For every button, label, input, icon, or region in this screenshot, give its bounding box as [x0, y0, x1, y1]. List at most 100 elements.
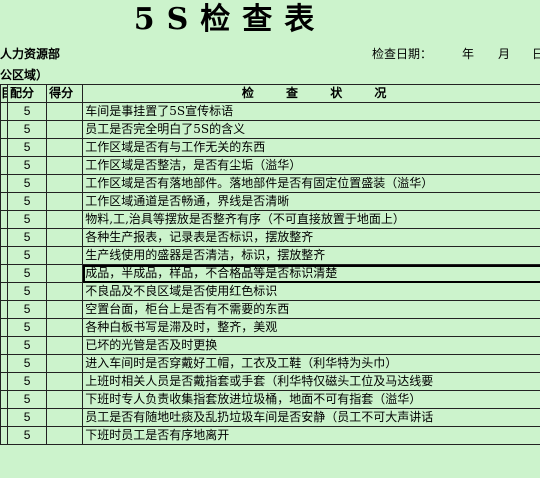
got-score-cell[interactable]	[46, 282, 84, 301]
department-label[interactable]: 人力资源部	[0, 44, 60, 64]
item-number-cell[interactable]	[0, 120, 9, 139]
status-text-cell[interactable]: 员工是否完全明白了5S的含义	[82, 120, 540, 139]
header-row: 目 配分 得分 检 查 状 况	[0, 84, 540, 103]
table-row: 5 工作区域是否整洁，是否有尘垢（溢华）	[0, 156, 540, 175]
item-number-cell[interactable]	[0, 228, 9, 247]
status-text-cell[interactable]: 工作区域是否有与工作无关的东西	[82, 138, 540, 157]
score-cell[interactable]: 5	[7, 120, 48, 139]
status-text-cell[interactable]: 工作区域通道是否畅通，界线是否清晰	[82, 192, 540, 211]
item-number-cell[interactable]	[0, 210, 9, 229]
table-row: 5 工作区域是否有落地部件。落地部件是否有固定位置盛装（溢华）	[0, 174, 540, 193]
score-cell[interactable]: 5	[7, 390, 48, 409]
status-text-cell[interactable]: 员工是否有随地吐痰及乱扔垃圾车间是否安静（员工不可大声讲话	[82, 408, 540, 427]
score-cell[interactable]: 5	[7, 354, 48, 373]
got-score-cell[interactable]	[46, 390, 84, 409]
status-text-cell[interactable]: 下班时专人负责收集指套放进垃圾桶，地面不可有指套（溢华）	[82, 390, 540, 409]
got-score-cell[interactable]	[46, 156, 84, 175]
got-score-cell[interactable]	[46, 300, 84, 319]
score-cell[interactable]: 5	[7, 102, 48, 121]
table-row: 5 进入车间时是否穿戴好工帽，工衣及工鞋（利华特为头巾）	[0, 354, 540, 373]
item-number-cell[interactable]	[0, 336, 9, 355]
score-cell[interactable]: 5	[7, 300, 48, 319]
item-number-cell[interactable]	[0, 192, 9, 211]
item-number-cell[interactable]	[0, 246, 9, 265]
got-score-cell[interactable]	[46, 138, 84, 157]
table-row: 5 员工是否有随地吐痰及乱扔垃圾车间是否安静（员工不可大声讲话	[0, 408, 540, 427]
status-text-cell[interactable]: 上班时相关人员是否戴指套或手套（利华特仅磁头工位及马达线要	[82, 372, 540, 391]
header-got-cell[interactable]: 得分	[46, 84, 84, 103]
month-label[interactable]: 月	[498, 44, 510, 64]
status-text-cell[interactable]: 不良品及不良区域是否使用红色标识	[82, 282, 540, 301]
item-number-cell[interactable]	[0, 372, 9, 391]
table-row: 5 生产线使用的盛器是否清洁，标识，摆放整齐	[0, 246, 540, 265]
table-row: 5 物料,工,治具等摆放是否整齐有序（不可直接放置于地面上）	[0, 210, 540, 229]
status-text-cell[interactable]: 生产线使用的盛器是否清洁，标识，摆放整齐	[82, 246, 540, 265]
score-cell[interactable]: 5	[7, 264, 48, 283]
item-number-cell[interactable]	[0, 156, 9, 175]
score-cell[interactable]: 5	[7, 192, 48, 211]
got-score-cell[interactable]	[46, 318, 84, 337]
header-score-cell[interactable]: 配分	[7, 84, 48, 103]
score-cell[interactable]: 5	[7, 282, 48, 301]
got-score-cell[interactable]	[46, 210, 84, 229]
table-row: 5 下班时专人负责收集指套放进垃圾桶，地面不可有指套（溢华）	[0, 390, 540, 409]
item-number-cell[interactable]	[0, 174, 9, 193]
got-score-cell[interactable]	[46, 102, 84, 121]
score-cell[interactable]: 5	[7, 318, 48, 337]
score-cell[interactable]: 5	[7, 156, 48, 175]
item-number-cell[interactable]	[0, 264, 9, 283]
got-score-cell[interactable]	[46, 228, 84, 247]
got-score-cell[interactable]	[46, 246, 84, 265]
status-text-cell[interactable]: 进入车间时是否穿戴好工帽，工衣及工鞋（利华特为头巾）	[82, 354, 540, 373]
status-text-cell[interactable]: 工作区域是否有落地部件。落地部件是否有固定位置盛装（溢华）	[82, 174, 540, 193]
score-cell[interactable]: 5	[7, 228, 48, 247]
day-label[interactable]: 日	[532, 44, 540, 64]
table-row: 5 员工是否完全明白了5S的含义	[0, 120, 540, 139]
item-number-cell[interactable]	[0, 390, 9, 409]
item-number-cell[interactable]	[0, 426, 9, 445]
status-text-cell[interactable]: 各种白板书写是滞及时，整齐，美观	[82, 318, 540, 337]
table-row: 5 已坏的光管是否及时更换	[0, 336, 540, 355]
score-cell[interactable]: 5	[7, 426, 48, 445]
score-cell[interactable]: 5	[7, 246, 48, 265]
year-label[interactable]: 年	[462, 44, 474, 64]
score-cell[interactable]: 5	[7, 408, 48, 427]
got-score-cell[interactable]	[46, 426, 84, 445]
item-number-cell[interactable]	[0, 354, 9, 373]
status-text-cell[interactable]: 各种生产报表，记录表是否标识，摆放整齐	[82, 228, 540, 247]
table-row: 5 上班时相关人员是否戴指套或手套（利华特仅磁头工位及马达线要	[0, 372, 540, 391]
sheet-title: 5S检查表	[133, 2, 327, 37]
item-number-cell[interactable]	[0, 300, 9, 319]
status-text-cell[interactable]: 已坏的光管是否及时更换	[82, 336, 540, 355]
check-date-label[interactable]: 检查日期：	[372, 44, 432, 64]
header-status-cell[interactable]: 检 查 状 况	[82, 84, 540, 103]
score-cell[interactable]: 5	[7, 372, 48, 391]
item-number-cell[interactable]	[0, 138, 9, 157]
status-text-cell[interactable]: 成品，半成品，样品，不合格品等是否标识清楚	[82, 264, 540, 283]
status-text-cell[interactable]: 空置台面，柜台上是否有不需要的东西	[82, 300, 540, 319]
item-number-cell[interactable]	[0, 318, 9, 337]
status-text-cell[interactable]: 车间是事挂置了5S宣传标语	[82, 102, 540, 121]
checklist-table: 目 配分 得分 检 查 状 况 5 车间是事挂置了5S宣传标语 5 员工是否完全明白了…	[0, 84, 540, 445]
score-cell[interactable]: 5	[7, 336, 48, 355]
got-score-cell[interactable]	[46, 408, 84, 427]
score-cell[interactable]: 5	[7, 138, 48, 157]
got-score-cell[interactable]	[46, 372, 84, 391]
item-number-cell[interactable]	[0, 282, 9, 301]
got-score-cell[interactable]	[46, 336, 84, 355]
status-text-cell[interactable]: 物料,工,治具等摆放是否整齐有序（不可直接放置于地面上）	[82, 210, 540, 229]
item-number-cell[interactable]	[0, 102, 9, 121]
got-score-cell[interactable]	[46, 174, 84, 193]
header-item-cell[interactable]: 目	[0, 84, 9, 103]
score-cell[interactable]: 5	[7, 174, 48, 193]
item-number-cell[interactable]	[0, 408, 9, 427]
got-score-cell[interactable]	[46, 354, 84, 373]
area-label[interactable]: 公区域）	[0, 66, 48, 84]
status-text-cell[interactable]: 工作区域是否整洁，是否有尘垢（溢华）	[82, 156, 540, 175]
table-row: 5 不良品及不良区域是否使用红色标识	[0, 282, 540, 301]
got-score-cell[interactable]	[46, 264, 84, 283]
got-score-cell[interactable]	[46, 120, 84, 139]
got-score-cell[interactable]	[46, 192, 84, 211]
score-cell[interactable]: 5	[7, 210, 48, 229]
status-text-cell[interactable]: 下班时员工是否有序地离开	[82, 426, 540, 445]
